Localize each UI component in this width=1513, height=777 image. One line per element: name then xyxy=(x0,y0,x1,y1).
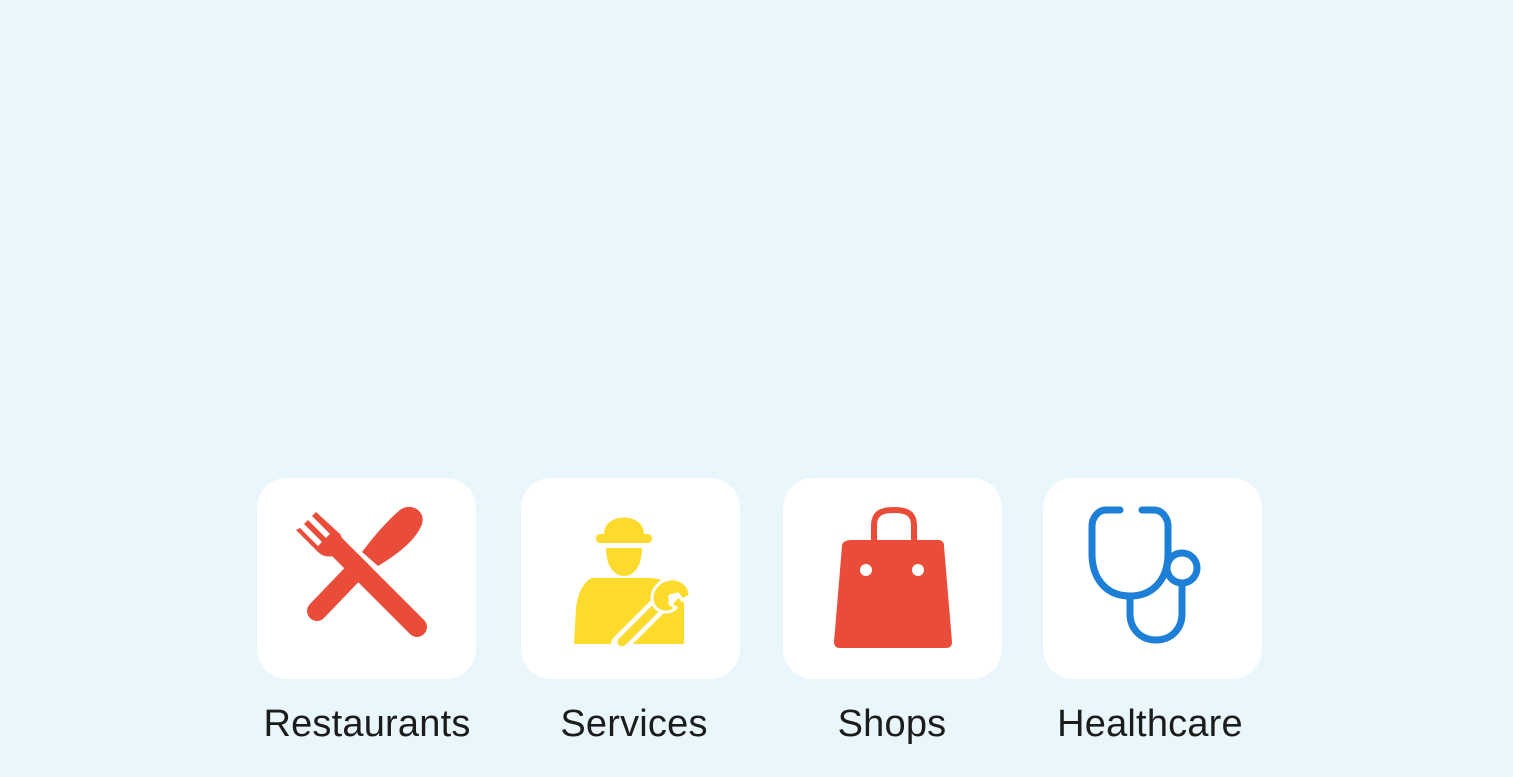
category-label-services[interactable]: Services xyxy=(514,700,754,748)
fork-knife-icon xyxy=(292,504,442,654)
category-tile-services[interactable] xyxy=(521,478,740,679)
category-tile-shops[interactable] xyxy=(783,478,1002,679)
category-label-restaurants[interactable]: Restaurants xyxy=(247,700,487,748)
worker-wrench-icon xyxy=(556,504,706,654)
category-label-healthcare[interactable]: Healthcare xyxy=(1030,700,1270,748)
category-screen: { "categories": [ {"label": "Restaurants… xyxy=(0,0,1513,777)
category-tile-restaurants[interactable] xyxy=(257,478,476,679)
category-tile-healthcare[interactable] xyxy=(1043,478,1262,679)
shopping-bag-icon xyxy=(818,504,968,654)
stethoscope-icon xyxy=(1078,504,1228,654)
category-label-shops[interactable]: Shops xyxy=(772,700,1012,748)
